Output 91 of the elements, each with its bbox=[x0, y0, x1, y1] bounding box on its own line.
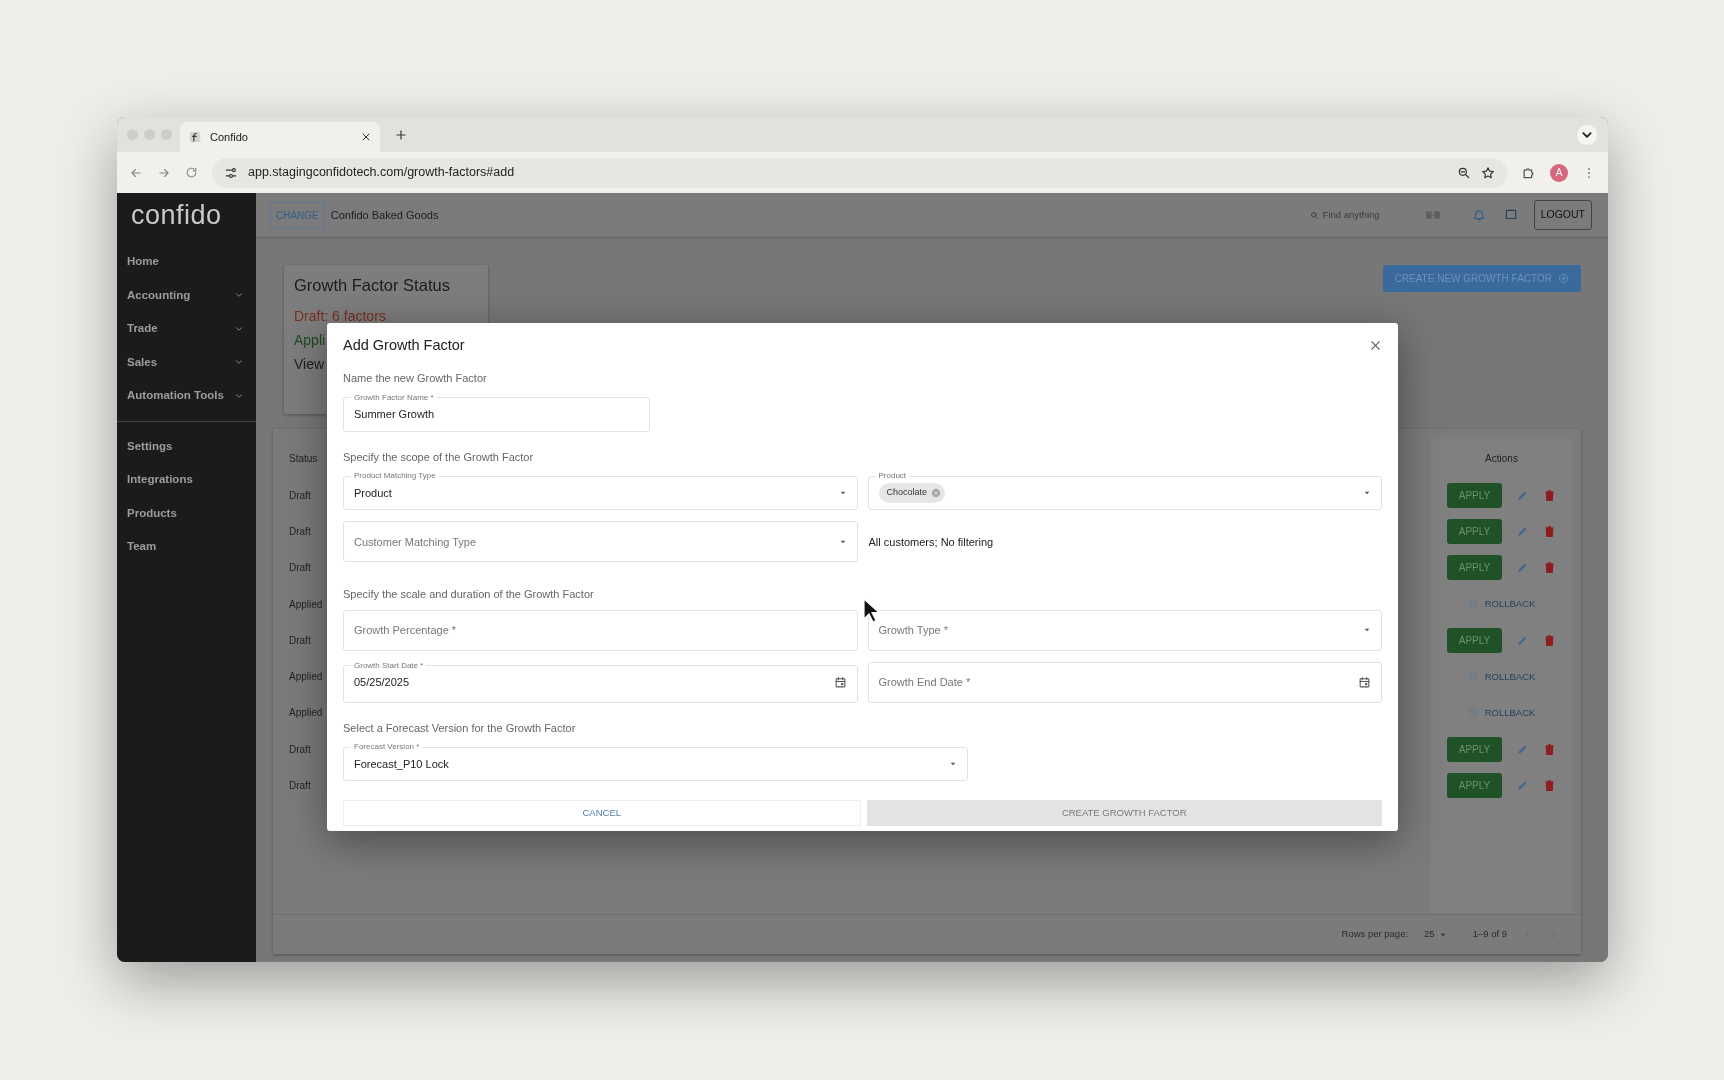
sidebar-item[interactable]: Sales bbox=[117, 345, 256, 379]
logout-button[interactable]: LOGOUT bbox=[1533, 200, 1592, 230]
pencil-icon[interactable] bbox=[1516, 561, 1529, 575]
status-cell-text: Applied bbox=[289, 706, 323, 721]
close-button[interactable] bbox=[1369, 339, 1382, 353]
field-label: Growth Start Date * bbox=[353, 661, 425, 670]
rollback-button[interactable]: ROLLBACK bbox=[1461, 704, 1542, 722]
field-label: Forecast Version * bbox=[353, 743, 421, 752]
sidebar-item[interactable]: Accounting bbox=[117, 278, 256, 312]
rollback-button[interactable]: ROLLBACK bbox=[1461, 668, 1542, 685]
new-tab-icon[interactable] bbox=[394, 127, 408, 142]
history-icon bbox=[1467, 598, 1479, 610]
status-count: Draft: 6 factors bbox=[294, 306, 386, 326]
section-heading: Name the new Growth Factor bbox=[343, 371, 487, 387]
sidebar-item[interactable]: Integrations bbox=[117, 463, 256, 497]
browser-tab[interactable]: Confido bbox=[180, 122, 380, 152]
helper-text: All customers; No filtering bbox=[867, 534, 994, 550]
status-cell-text: Draft bbox=[289, 742, 311, 757]
select-field[interactable]: Growth Type * bbox=[867, 609, 1382, 651]
status-cell-text: Draft bbox=[289, 524, 311, 539]
select-field[interactable]: Product Matching Type Product bbox=[343, 472, 858, 511]
section-heading: Specify the scale and duration of the Growth Factor bbox=[343, 587, 594, 603]
apply-button[interactable]: APPLY bbox=[1447, 482, 1502, 508]
field-label: Growth Factor Name * bbox=[353, 393, 435, 402]
input-field[interactable]: Growth Factor Name * Summer Growth bbox=[343, 393, 650, 432]
chevron-down-icon[interactable] bbox=[1576, 123, 1598, 146]
apply-button[interactable]: APPLY bbox=[1447, 555, 1502, 581]
card-title: Growth Factor Status bbox=[294, 276, 451, 296]
select-field[interactable]: Customer Matching Type bbox=[343, 521, 858, 563]
status-cell-text: Draft bbox=[289, 633, 311, 648]
field-label: Product bbox=[877, 472, 908, 481]
sidebar-item[interactable]: Settings bbox=[117, 429, 256, 463]
chip[interactable]: Chocolate bbox=[878, 483, 946, 503]
trash-icon[interactable] bbox=[1543, 779, 1556, 792]
plus-circle-icon bbox=[1558, 273, 1569, 284]
apply-button[interactable]: APPLY bbox=[1447, 518, 1502, 544]
status-cell-text: Draft bbox=[289, 779, 311, 793]
favicon-icon bbox=[188, 130, 202, 144]
zoom-out-icon[interactable] bbox=[1457, 165, 1471, 180]
input-field[interactable]: Growth Percentage * bbox=[343, 609, 858, 651]
sidebar-item[interactable]: Team bbox=[117, 530, 256, 564]
status-cell-text: Draft bbox=[289, 488, 311, 503]
calendar-icon[interactable] bbox=[833, 675, 847, 689]
logo[interactable]: confido bbox=[117, 193, 256, 237]
column-header: Actions bbox=[1485, 451, 1518, 466]
search-icon bbox=[1309, 210, 1319, 220]
profile-avatar[interactable]: A bbox=[1550, 163, 1568, 182]
page-range: 1–9 of 9 bbox=[1472, 927, 1507, 942]
company-name: Confido Baked Goods bbox=[330, 207, 439, 223]
pencil-icon[interactable] bbox=[1516, 779, 1529, 792]
rollback-button[interactable]: ROLLBACK bbox=[1461, 595, 1542, 613]
trash-icon[interactable] bbox=[1543, 633, 1556, 647]
dialog-title: Add Growth Factor bbox=[343, 337, 465, 355]
close-icon[interactable] bbox=[360, 131, 372, 143]
calendar-icon[interactable] bbox=[1358, 675, 1371, 689]
rows-per-page-label: Rows per page: bbox=[1341, 927, 1409, 942]
site-settings-icon[interactable] bbox=[224, 165, 238, 180]
apply-button[interactable]: APPLY bbox=[1447, 736, 1502, 762]
apply-button[interactable]: APPLY bbox=[1447, 773, 1502, 798]
section-heading: Specify the scope of the Growth Factor bbox=[343, 449, 534, 465]
bell-icon[interactable] bbox=[1471, 208, 1486, 222]
select-field[interactable]: Product Chocolate bbox=[867, 472, 1382, 511]
status-cell-text: Applied bbox=[289, 597, 323, 612]
star-icon[interactable] bbox=[1481, 165, 1495, 180]
sidebar-item[interactable]: Trade bbox=[117, 312, 256, 346]
status-cell-text: Applied bbox=[289, 670, 323, 685]
trash-icon[interactable] bbox=[1543, 561, 1556, 575]
date-field[interactable]: Growth End Date * bbox=[867, 661, 1382, 703]
sidebar-item[interactable]: Home bbox=[117, 245, 256, 279]
history-icon bbox=[1467, 707, 1479, 719]
trash-icon[interactable] bbox=[1543, 742, 1556, 756]
puzzle-icon[interactable] bbox=[1521, 165, 1536, 180]
date-field[interactable]: Growth Start Date * 05/25/2025 bbox=[343, 661, 858, 703]
column-header: Status bbox=[289, 451, 319, 466]
section-heading: Select a Forecast Version for the Growth Factor bbox=[343, 720, 576, 736]
close-icon bbox=[1369, 339, 1382, 353]
trash-icon[interactable] bbox=[1543, 524, 1556, 538]
reload-icon[interactable] bbox=[185, 166, 198, 179]
status-cell-text: Draft bbox=[289, 561, 311, 576]
apply-button[interactable]: APPLY bbox=[1447, 627, 1502, 653]
remove-icon[interactable] bbox=[931, 487, 942, 498]
sidebar-item[interactable]: Automation Tools bbox=[117, 379, 256, 413]
select-field[interactable]: Forecast Version * Forecast_P10 Lock bbox=[343, 743, 968, 782]
status-count: Appli bbox=[294, 330, 326, 350]
view-link[interactable]: View bbox=[294, 353, 325, 374]
sidebar-item[interactable]: Products bbox=[117, 496, 256, 530]
field-label: Product Matching Type bbox=[353, 472, 437, 481]
rows-per-page-select[interactable]: 25 bbox=[1424, 927, 1447, 942]
trash-icon[interactable] bbox=[1543, 488, 1556, 502]
cancel-button[interactable]: CANCEL bbox=[343, 800, 861, 827]
history-icon bbox=[1467, 671, 1479, 683]
